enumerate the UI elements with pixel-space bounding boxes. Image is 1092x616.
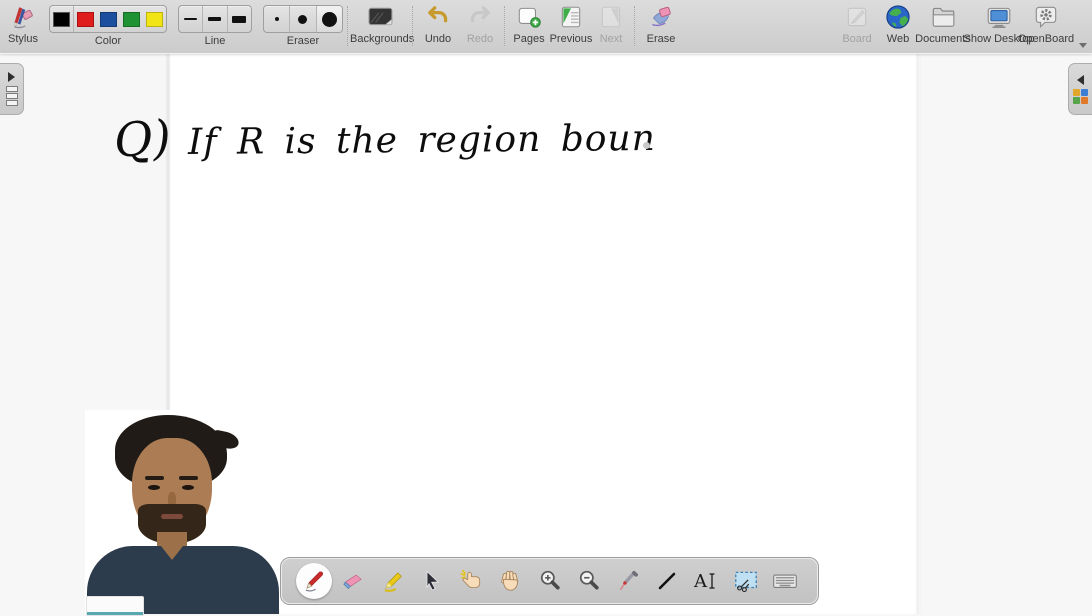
toolbar-separator [347,6,348,46]
zoom-out-tool-button[interactable] [570,562,608,600]
line-thick-option[interactable] [227,6,251,32]
erase-label: Erase [638,33,684,45]
pages-icon [507,2,551,32]
undo-button[interactable]: Undo [416,2,460,45]
zoom-out-icon [576,568,602,594]
handwriting-question-label: Q) [112,110,173,169]
redo-button[interactable]: Redo [458,2,502,45]
pages-label: Pages [507,33,551,45]
open-hand-icon [497,568,523,594]
pages-button[interactable]: Pages [507,2,551,45]
board-button[interactable]: Board [835,2,879,45]
eraser-small-option[interactable] [264,6,289,32]
backgrounds-icon [350,2,412,32]
pointing-hand-icon [458,568,484,594]
board-icon [835,2,879,32]
selector-tool-button[interactable] [413,562,451,600]
line-thin-option[interactable] [179,6,202,32]
laser-pointer-icon [615,568,641,594]
pen-tool-button[interactable] [295,562,333,600]
undo-icon [416,2,460,32]
next-page-label: Next [590,33,632,45]
board-label: Board [835,33,879,45]
text-icon: A [692,568,722,594]
pen-icon [301,568,327,594]
eraser-large-option[interactable] [316,6,342,32]
color-swatch-blue[interactable] [97,6,120,32]
zoom-in-tool-button[interactable] [531,562,569,600]
previous-page-icon [548,2,594,32]
capture-tool-button[interactable] [727,562,765,600]
next-page-icon [590,2,632,32]
interact-tool-button[interactable] [452,562,490,600]
pan-tool-button[interactable] [491,562,529,600]
undo-label: Undo [416,33,460,45]
capture-icon [732,568,760,594]
next-page-button[interactable]: Next [590,2,632,45]
redo-icon [458,2,502,32]
laser-pointer-tool-button[interactable] [609,562,647,600]
line-icon [655,569,679,593]
highlighter-tool-button[interactable] [374,562,412,600]
virtual-keyboard-tool-button[interactable] [766,562,804,600]
openboard-label: OpenBoard [1014,33,1078,45]
line-medium-option[interactable] [202,6,226,32]
eraser-medium-option[interactable] [289,6,315,32]
line-tool-button[interactable] [648,562,686,600]
color-swatch-black[interactable] [50,6,73,32]
svg-text:A: A [693,571,708,592]
erase-icon [638,2,684,32]
eraser-label: Eraser [263,35,343,47]
previous-page-button[interactable]: Previous [548,2,594,45]
redo-label: Redo [458,33,502,45]
openboard-gear-icon [1014,2,1078,32]
line-label: Line [178,35,252,47]
left-drawer-tab[interactable] [0,63,24,115]
stylus-icon [0,2,46,32]
backgrounds-label: Backgrounds [350,33,412,45]
color-swatch-green[interactable] [120,6,143,32]
backgrounds-button[interactable]: Backgrounds [350,2,412,45]
color-swatch-red[interactable] [73,6,97,32]
right-drawer-tab[interactable] [1068,63,1092,115]
arrow-cursor-icon [420,569,444,593]
top-toolbar: Stylus Color Line Eraser [0,0,1092,54]
color-swatch-yellow[interactable] [143,6,166,32]
toolbar-separator [634,6,635,46]
toolbar-overflow-caret[interactable] [1079,43,1087,48]
toolbar-separator [412,6,413,46]
zoom-in-icon [537,568,563,594]
color-label: Color [49,35,167,47]
previous-page-label: Previous [548,33,594,45]
eraser-group: Eraser [263,2,343,47]
toolbar-separator [504,6,505,46]
stylus-label: Stylus [0,33,46,45]
page-navigator-icon [6,86,18,106]
handwriting-text: If R is the region boun [188,118,656,163]
stylus-button[interactable]: Stylus [0,2,46,45]
eraser-icon [340,568,366,594]
library-icon [1073,89,1088,104]
presenter-badge [86,596,144,616]
openboard-menu-button[interactable]: OpenBoard [1014,2,1078,45]
eraser-tool-button[interactable] [334,562,372,600]
text-tool-button[interactable]: A [688,562,726,600]
highlighter-icon [380,568,406,594]
page-right-edge [915,54,921,614]
pen-cursor-dot [643,142,650,149]
line-group: Line [178,2,252,47]
erase-button[interactable]: Erase [638,2,684,45]
stylus-palette-toolbar: A [281,558,818,604]
expand-right-icon [8,72,15,82]
expand-left-icon [1077,75,1084,85]
keyboard-icon [771,568,799,594]
color-group: Color [49,2,167,47]
webcam-presenter-video [85,410,281,614]
